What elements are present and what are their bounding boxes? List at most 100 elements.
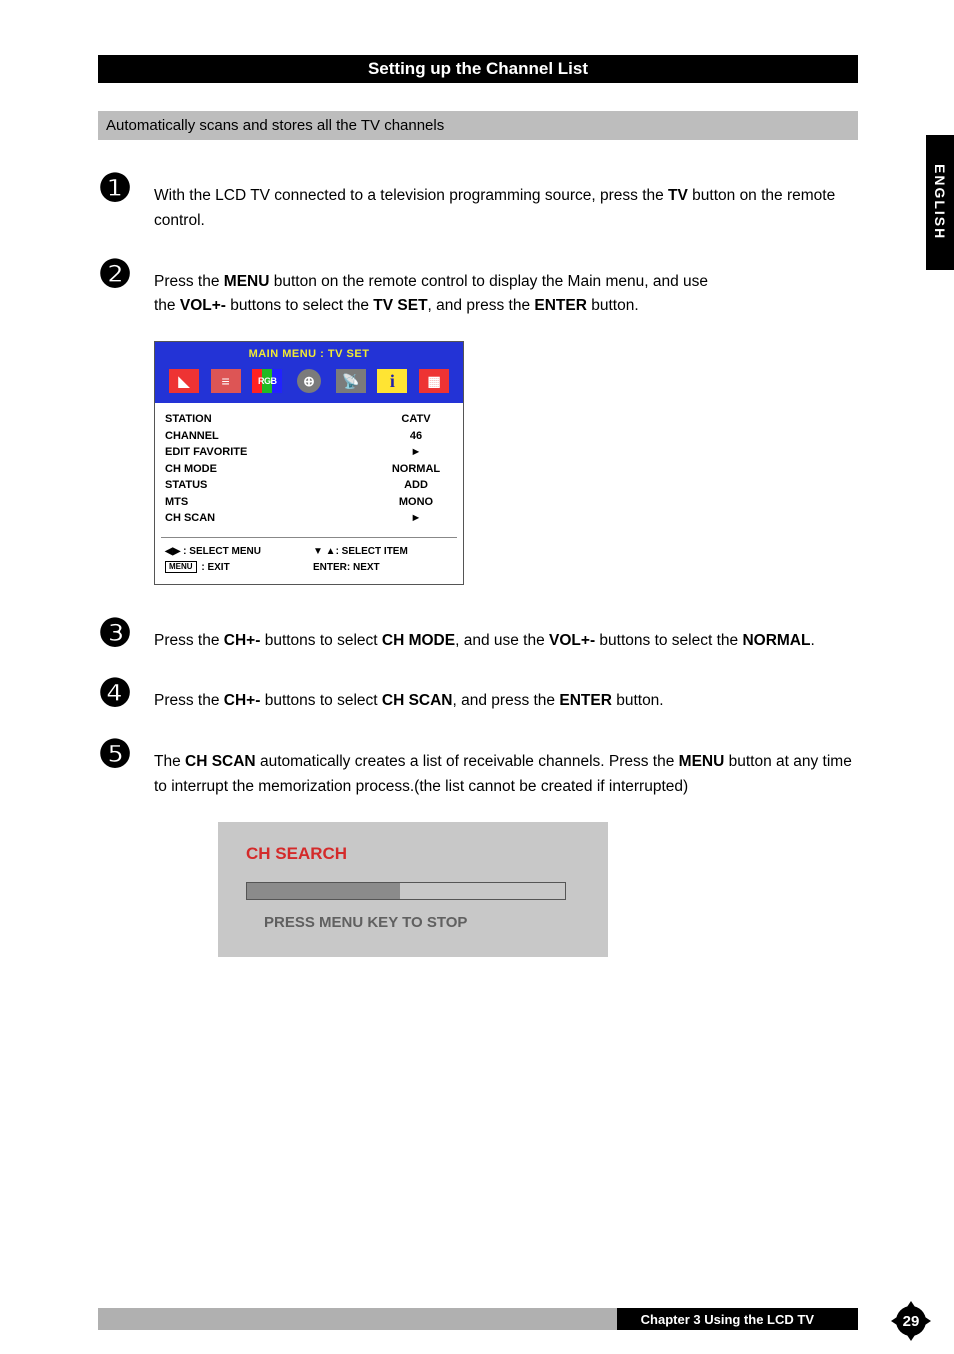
osd-title: MAIN MENU : TV SET (155, 342, 463, 363)
osd-menu: MAIN MENU : TV SET ◣ ≡ RGB ⊕ 📡 i ▦ STATI… (154, 341, 464, 585)
t: buttons to select (260, 692, 382, 709)
osd-pip-icon: ▦ (419, 369, 449, 393)
osd-body: STATION CATV CHANNEL 46 EDIT FAVORITE ► CH … (155, 403, 463, 533)
v: ADD (379, 477, 453, 494)
subtitle-bar: Automatically scans and stores all the T… (98, 111, 858, 140)
step-1: ❶ With the LCD TV connected to a televis… (98, 170, 858, 234)
osd-row: STATION CATV (165, 411, 453, 428)
hint-select-menu: ◀▶ : SELECT MENU (165, 544, 305, 560)
arrow-lr-icon: ◀▶ (165, 546, 180, 557)
v: CATV (379, 411, 453, 428)
osd-row: CHANNEL 46 (165, 428, 453, 445)
step-number-icon: ❷ (98, 256, 154, 294)
arrow-ud-icon: ▼ ▲ (313, 546, 336, 557)
section-header: Setting up the Channel List (98, 55, 858, 83)
osd-icon-row: ◣ ≡ RGB ⊕ 📡 i ▦ (155, 363, 463, 403)
t: buttons to select (260, 632, 382, 649)
l: CH MODE (165, 461, 217, 478)
step-4: ❹ Press the CH+- buttons to select CH SC… (98, 675, 858, 714)
step-2: ❷ Press the MENU button on the remote co… (98, 256, 858, 320)
t: , and press the (428, 297, 535, 314)
t: buttons to select the (226, 297, 373, 314)
t: Press the (154, 273, 224, 290)
t: . (810, 632, 814, 649)
t: , and press the (453, 692, 560, 709)
l: CHANNEL (165, 428, 219, 445)
step-3: ❸ Press the CH+- buttons to select CH MO… (98, 615, 858, 654)
b: NORMAL (742, 632, 810, 649)
page-number-badge: 29 (896, 1306, 926, 1336)
t: button. (612, 692, 664, 709)
osd-audio-icon: ≡ (211, 369, 241, 393)
language-tab: ENGLISH (926, 135, 954, 270)
b: VOL+- (549, 632, 595, 649)
step-text: Press the CH+- buttons to select CH MODE… (154, 615, 858, 654)
osd-row: STATUS ADD (165, 477, 453, 494)
l: MTS (165, 494, 188, 511)
b: ENTER (559, 692, 612, 709)
t: : SELECT ITEM (336, 546, 408, 557)
t: The (154, 753, 185, 770)
osd-picture-icon: ◣ (169, 369, 199, 393)
t: Press the (154, 632, 224, 649)
footer-chapter: Chapter 3 Using the LCD TV (617, 1308, 858, 1330)
step-text: Press the CH+- buttons to select CH SCAN… (154, 675, 858, 714)
osd-row: CH SCAN► (165, 510, 453, 527)
ch-search-msg: PRESS MENU KEY TO STOP (246, 914, 580, 931)
page-number: 29 (903, 1313, 920, 1330)
l: EDIT FAVORITE (165, 444, 247, 461)
v: ► (379, 444, 453, 461)
osd-rgb-icon: RGB (252, 369, 282, 393)
progress-fill (247, 883, 400, 899)
hint-enter: ENTER: NEXT (313, 560, 453, 576)
osd-antenna-icon: 📡 (336, 369, 366, 393)
b: CH SCAN (185, 753, 256, 770)
footer-gutter (98, 1308, 617, 1330)
hint-select-item: ▼ ▲: SELECT ITEM (313, 544, 453, 560)
t: the (154, 297, 180, 314)
t: button on the remote control to display … (269, 273, 708, 290)
step-text: Press the MENU button on the remote cont… (154, 256, 858, 320)
osd-info-icon: i (377, 369, 407, 393)
step-text: The CH SCAN automatically creates a list… (154, 736, 858, 800)
b: MENU (224, 273, 270, 290)
t: With the LCD TV connected to a televisio… (154, 187, 668, 204)
footer-bar: Chapter 3 Using the LCD TV (98, 1308, 858, 1330)
hint-exit: MENU : EXIT (165, 560, 305, 576)
t: Press the (154, 692, 224, 709)
l: STATION (165, 411, 212, 428)
b: CH SCAN (382, 692, 453, 709)
t: , and use the (455, 632, 549, 649)
step-number-icon: ❸ (98, 615, 154, 653)
step-text: With the LCD TV connected to a televisio… (154, 170, 858, 234)
b: CH MODE (382, 632, 455, 649)
step-number-icon: ❶ (98, 170, 154, 208)
v: ► (379, 510, 453, 527)
b: TV SET (373, 297, 427, 314)
b: CH+- (224, 632, 261, 649)
page-content: Setting up the Channel List Automaticall… (98, 55, 858, 957)
osd-row: EDIT FAVORITE ► (165, 444, 453, 461)
progress-bar (246, 882, 566, 900)
step-5: ❺ The CH SCAN automatically creates a li… (98, 736, 858, 800)
ch-search-title: CH SEARCH (246, 844, 580, 864)
b: CH+- (224, 692, 261, 709)
osd-footer: ◀▶ : SELECT MENU ▼ ▲: SELECT ITEM MENU :… (161, 537, 457, 578)
menu-badge-icon: MENU (165, 561, 197, 573)
b: TV (668, 187, 688, 204)
t: button. (587, 297, 639, 314)
osd-setup-icon: ⊕ (294, 369, 324, 393)
t: : SELECT MENU (180, 546, 261, 557)
ch-search-panel: CH SEARCH PRESS MENU KEY TO STOP (218, 822, 608, 957)
t: buttons to select the (595, 632, 742, 649)
b: ENTER (534, 297, 587, 314)
b: VOL+- (180, 297, 226, 314)
step-number-icon: ❺ (98, 736, 154, 774)
v: NORMAL (379, 461, 453, 478)
v: 46 (379, 428, 453, 445)
osd-row: MTSMONO (165, 494, 453, 511)
step-number-icon: ❹ (98, 675, 154, 713)
l: STATUS (165, 477, 207, 494)
t: : EXIT (199, 562, 230, 573)
t: automatically creates a list of receivab… (256, 753, 679, 770)
